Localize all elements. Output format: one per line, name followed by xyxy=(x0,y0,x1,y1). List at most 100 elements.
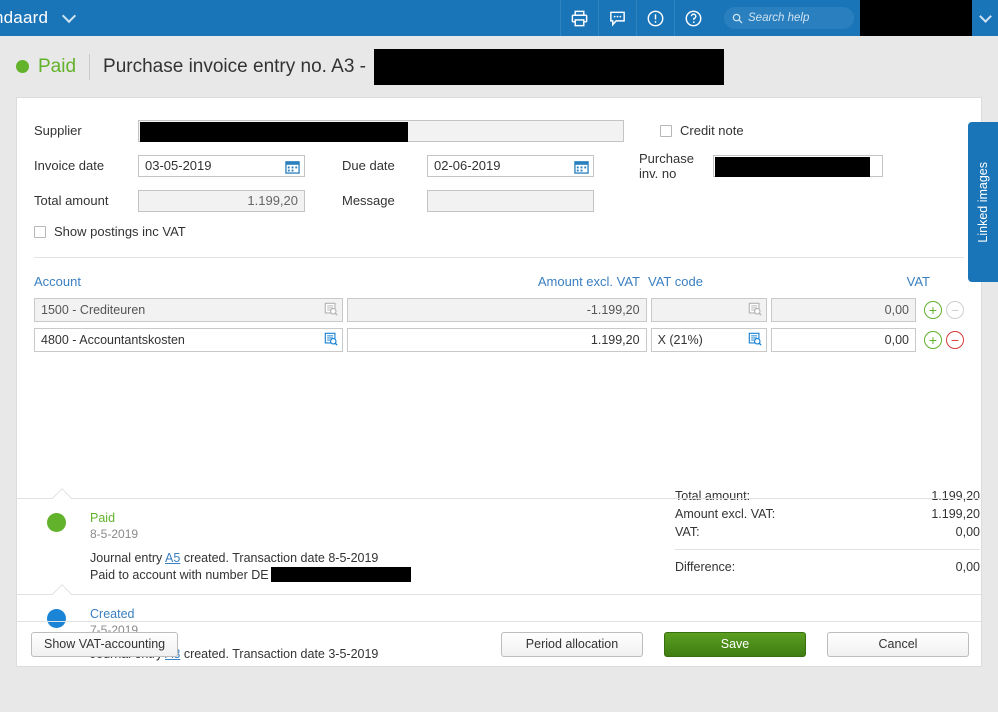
journal-entry-link[interactable]: A5 xyxy=(165,551,180,565)
status-dot-icon xyxy=(16,60,29,73)
account-number-redacted xyxy=(270,567,411,582)
amount-value: 1.199,20 xyxy=(590,333,640,347)
account-cell[interactable]: 1500 - Crediteuren xyxy=(34,298,344,322)
show-vat-accounting-button[interactable]: Show VAT-accounting xyxy=(31,631,179,657)
total-amount-input: 1.199,20 xyxy=(138,189,305,212)
vat-code-cell[interactable] xyxy=(650,298,768,322)
message-input[interactable] xyxy=(427,189,594,212)
total-amount-label: Total amount xyxy=(34,193,109,208)
due-date-input[interactable]: 02-06-2019 xyxy=(427,154,594,177)
timeline-text-before: Journal entry xyxy=(90,551,166,565)
supplier-row: Supplier Credit note xyxy=(17,116,981,145)
company-name: ndaard xyxy=(0,8,49,27)
credit-note-label: Credit note xyxy=(680,123,744,138)
account-value: 4800 - Accountantskosten xyxy=(41,333,185,347)
timeline-divider xyxy=(17,488,983,508)
timeline-body: Paid 8-5-2019 Journal entry A5 created. … xyxy=(90,511,411,584)
header-vat-code: VAT code xyxy=(648,273,703,289)
timeline-item: Paid 8-5-2019 Journal entry A5 created. … xyxy=(17,499,983,594)
vat-code-value: X (21%) xyxy=(657,333,703,347)
lookup-icon[interactable] xyxy=(748,332,762,346)
remove-row-button: − xyxy=(946,301,964,319)
supplier-redacted xyxy=(140,121,408,142)
help-icon[interactable] xyxy=(674,0,712,36)
search-icon xyxy=(732,13,743,24)
due-date-label: Due date xyxy=(342,158,395,173)
table-row: 4800 - Accountantskosten 1.199,20 X (21%… xyxy=(34,327,964,353)
account-value: 1500 - Crediteuren xyxy=(41,303,146,317)
supplier-label: Supplier xyxy=(34,123,82,138)
supplier-input[interactable] xyxy=(138,119,624,142)
dates-row: Invoice date 03-05-2019 Due date 02-06-2… xyxy=(17,150,981,181)
linked-images-label: Linked images xyxy=(976,161,990,243)
lookup-icon xyxy=(325,302,338,316)
show-postings-label: Show postings inc VAT xyxy=(54,224,186,239)
postings-table: Account Amount excl. VAT VAT code VAT 15… xyxy=(17,265,981,353)
search-placeholder-text: Search help xyxy=(748,12,810,24)
amount-cell[interactable]: -1.199,20 xyxy=(347,298,647,322)
total-amount-value: 1.199,20 xyxy=(247,193,298,208)
row-actions: + − xyxy=(924,301,964,319)
row-actions: + − xyxy=(924,331,964,349)
amount-cell[interactable]: 1.199,20 xyxy=(347,328,647,352)
title-divider xyxy=(89,53,91,80)
invoice-date-input[interactable]: 03-05-2019 xyxy=(138,154,305,177)
print-icon[interactable] xyxy=(560,0,598,36)
due-date-value: 02-06-2019 xyxy=(434,158,501,173)
show-postings-checkbox[interactable] xyxy=(34,225,46,238)
supplier-name-redacted xyxy=(374,48,725,85)
credit-note-row[interactable]: Credit note xyxy=(660,123,744,138)
table-row: 1500 - Crediteuren -1.199,20 0,00 + − xyxy=(34,297,964,323)
period-allocation-button[interactable]: Period allocation xyxy=(501,631,643,657)
purchase-inv-no-label: Purchase inv. no xyxy=(639,150,694,181)
form-divider xyxy=(34,257,964,258)
message-label: Message xyxy=(342,193,395,208)
save-button[interactable]: Save xyxy=(664,631,806,657)
timeline-status: Paid xyxy=(90,511,116,525)
timeline-text-after: created. Transaction date 8-5-2019 xyxy=(180,551,379,565)
invoice-form: Supplier Credit note Invoice date 03-05-… xyxy=(17,98,981,239)
page-title-bar: Paid Purchase invoice entry no. A3 - xyxy=(0,36,998,97)
invoice-entry-card: Supplier Credit note Invoice date 03-05-… xyxy=(16,97,983,667)
company-selector[interactable]: ndaard xyxy=(0,0,77,36)
header-vat: VAT xyxy=(906,273,930,289)
timeline-text-line2: Paid to account with number DE xyxy=(90,568,269,582)
footer-toolbar: Show VAT-accounting Period allocation Sa… xyxy=(17,621,983,666)
table-header-row: Account Amount excl. VAT VAT code VAT xyxy=(34,265,964,297)
timeline-description: Journal entry A5 created. Transaction da… xyxy=(90,550,411,584)
amount-message-row: Total amount 1.199,20 Message xyxy=(17,186,981,215)
credit-note-checkbox[interactable] xyxy=(660,124,672,137)
vat-cell[interactable]: 0,00 xyxy=(771,328,916,352)
vat-cell[interactable]: 0,00 xyxy=(771,298,916,322)
vat-value: 0,00 xyxy=(884,303,909,317)
linked-images-tab[interactable]: Linked images xyxy=(968,122,998,282)
lookup-icon[interactable] xyxy=(324,332,338,346)
cancel-button[interactable]: Cancel xyxy=(827,631,969,657)
show-postings-row[interactable]: Show postings inc VAT xyxy=(17,224,981,239)
purchase-inv-no-input[interactable] xyxy=(713,154,883,177)
top-navigation-bar: ndaard S xyxy=(0,0,998,36)
search-input[interactable]: Search help xyxy=(724,7,854,29)
calendar-icon[interactable] xyxy=(574,159,589,174)
chevron-down-icon xyxy=(978,9,992,23)
remove-row-button[interactable]: − xyxy=(946,331,964,349)
vat-value: 0,00 xyxy=(884,333,909,347)
invoice-date-label: Invoice date xyxy=(34,158,105,173)
add-row-button[interactable]: + xyxy=(924,301,942,319)
add-row-button[interactable]: + xyxy=(924,331,942,349)
alert-icon[interactable] xyxy=(636,0,674,36)
timeline-status: Created xyxy=(90,607,135,621)
amount-value: -1.199,20 xyxy=(586,303,640,317)
chat-icon[interactable] xyxy=(598,0,636,36)
user-menu-toggle[interactable] xyxy=(972,0,998,36)
account-cell[interactable]: 4800 - Accountantskosten xyxy=(34,328,344,352)
calendar-icon[interactable] xyxy=(285,159,300,174)
purchase-inv-no-redacted xyxy=(715,156,870,177)
timeline-divider xyxy=(17,584,983,604)
invoice-date-value: 03-05-2019 xyxy=(145,158,212,173)
vat-code-cell[interactable]: X (21%) xyxy=(650,328,768,352)
timeline-dot-icon xyxy=(47,513,66,532)
timeline-date: 8-5-2019 xyxy=(90,527,139,541)
user-account-redacted[interactable] xyxy=(860,0,972,36)
page-title: Purchase invoice entry no. A3 - xyxy=(103,55,367,77)
